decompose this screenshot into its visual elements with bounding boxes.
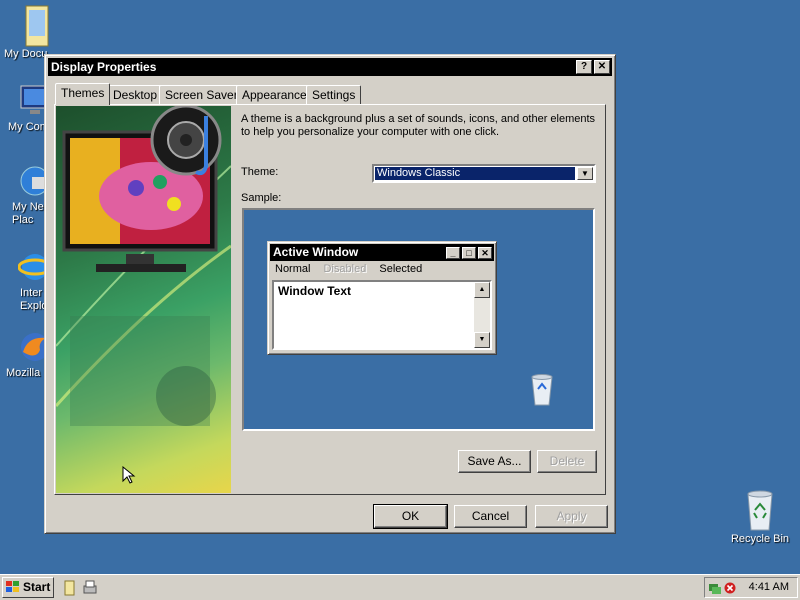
folder-icon <box>20 4 54 47</box>
start-label: Start <box>23 580 51 594</box>
sample-window-text: Window Text <box>278 284 351 298</box>
sample-preview: Active Window _ □ ✕ Normal Disabled Sele… <box>242 208 595 431</box>
chevron-down-icon[interactable]: ▼ <box>577 167 593 180</box>
sample-recycle-bin-icon <box>531 374 553 406</box>
apply-button[interactable]: Apply <box>535 505 608 528</box>
sample-menu-bar: Normal Disabled Selected <box>275 263 432 275</box>
quick-launch-printer-icon[interactable] <box>82 580 98 596</box>
scroll-down-icon: ▼ <box>474 332 490 348</box>
tab-appearance[interactable]: Appearance <box>236 85 313 104</box>
help-button[interactable]: ? <box>576 60 592 74</box>
save-as-button[interactable]: Save As... <box>458 450 531 473</box>
clock[interactable]: 4:41 AM <box>749 581 789 593</box>
sample-menu-selected: Selected <box>379 263 423 275</box>
security-alert-icon[interactable] <box>724 582 736 594</box>
system-tray: 4:41 AM <box>704 577 798 598</box>
network-status-icon[interactable] <box>708 581 722 595</box>
delete-button[interactable]: Delete <box>537 450 597 473</box>
window-title: Display Properties <box>51 60 157 74</box>
close-button[interactable]: ✕ <box>594 60 610 74</box>
sample-active-window: Active Window _ □ ✕ Normal Disabled Sele… <box>267 241 497 355</box>
sample-label: Sample: <box>241 192 282 204</box>
recycle-bin-icon <box>743 488 777 531</box>
scroll-up-icon: ▲ <box>474 282 490 298</box>
maximize-icon: □ <box>462 247 476 259</box>
windows-logo-icon <box>6 581 19 592</box>
sample-scrollbar: ▲ ▼ <box>474 282 490 348</box>
cancel-button[interactable]: Cancel <box>454 505 527 528</box>
theme-description: A theme is a background plus a set of so… <box>241 113 596 138</box>
tab-screen-saver[interactable]: Screen Saver <box>159 85 244 104</box>
tab-themes[interactable]: Themes <box>55 83 111 105</box>
taskbar: Start 4:41 AM <box>0 574 800 600</box>
close-icon: ✕ <box>478 247 492 259</box>
display-properties-window: Display Properties ? ✕ Themes Desktop Sc… <box>44 54 616 534</box>
theme-dropdown[interactable]: Windows Classic ▼ <box>372 164 596 183</box>
theme-dropdown-value: Windows Classic <box>375 167 575 180</box>
theme-label: Theme: <box>241 166 279 178</box>
title-bar[interactable]: Display Properties ? ✕ <box>48 58 612 76</box>
desktop-icon-my-documents[interactable]: My Docu <box>2 4 72 61</box>
sample-menu-normal: Normal <box>275 263 311 275</box>
tab-settings[interactable]: Settings <box>306 85 362 104</box>
sample-window-title-text: Active Window <box>273 245 359 259</box>
desktop-icon-recycle-bin[interactable]: Recycle Bin <box>725 488 795 546</box>
mouse-cursor-icon <box>122 466 136 484</box>
desktop-icon-label: Recycle Bin <box>730 533 790 545</box>
quick-launch-folder-icon[interactable] <box>62 580 76 596</box>
ok-button[interactable]: OK <box>373 504 448 529</box>
sample-window-title: Active Window _ □ ✕ <box>270 244 494 261</box>
sample-window-text-area: Window Text ▲ ▼ <box>272 280 492 350</box>
tab-desktop[interactable]: Desktop <box>107 85 164 104</box>
minimize-icon: _ <box>446 247 460 259</box>
monitor-speaker-artwork <box>56 106 231 426</box>
sample-menu-disabled: Disabled <box>323 263 367 275</box>
theme-artwork <box>56 106 231 493</box>
start-button[interactable]: Start <box>2 577 54 598</box>
themes-panel: A theme is a background plus a set of so… <box>54 104 606 495</box>
